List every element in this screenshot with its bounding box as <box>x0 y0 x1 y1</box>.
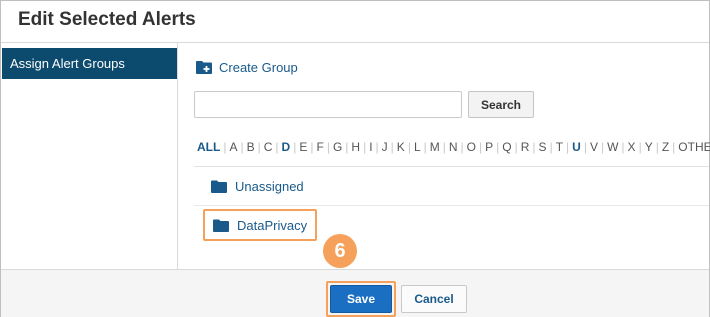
alphabet-letter-m[interactable]: M <box>430 140 440 154</box>
edit-alerts-dialog: Edit Selected Alerts Assign Alert Groups… <box>0 0 710 317</box>
search-button[interactable]: Search <box>468 91 534 118</box>
sidebar-item-assign-alert-groups[interactable]: Assign Alert Groups <box>2 48 177 79</box>
dialog-footer: Save Cancel <box>1 269 709 317</box>
alphabet-separator: | <box>363 140 367 154</box>
alphabet-letter-i[interactable]: I <box>369 140 372 154</box>
alphabet-letter-others[interactable]: OTHERS <box>678 140 710 154</box>
alphabet-letter-e[interactable]: E <box>299 140 307 154</box>
alphabet-letter-p[interactable]: P <box>485 140 493 154</box>
alphabet-letter-b[interactable]: B <box>247 140 255 154</box>
alphabet-separator: | <box>240 140 244 154</box>
alphabet-letter-l[interactable]: L <box>414 140 421 154</box>
alphabet-separator: | <box>407 140 411 154</box>
alphabet-separator: | <box>442 140 446 154</box>
alphabet-separator: | <box>460 140 464 154</box>
save-button[interactable]: Save <box>330 285 392 313</box>
alphabet-separator: | <box>496 140 500 154</box>
alphabet-letter-w[interactable]: W <box>607 140 618 154</box>
alphabet-letter-c[interactable]: C <box>264 140 273 154</box>
alphabet-letter-t[interactable]: T <box>556 140 563 154</box>
alphabet-separator: | <box>566 140 570 154</box>
main-panel: Create Group Search ALL | A | B | C | D | E | F | G | H |… <box>179 43 710 269</box>
group-label: Unassigned <box>235 178 304 194</box>
save-highlight: Save <box>326 281 396 317</box>
create-group-link[interactable]: Create Group <box>196 58 298 76</box>
alphabet-letter-o[interactable]: O <box>467 140 476 154</box>
alphabet-separator: | <box>638 140 642 154</box>
group-item-dataprivacy[interactable]: DataPrivacy <box>203 209 318 241</box>
alphabet-separator: | <box>375 140 379 154</box>
cancel-button[interactable]: Cancel <box>401 285 467 313</box>
alphabet-letter-a[interactable]: A <box>229 140 237 154</box>
alphabet-letter-j[interactable]: J <box>382 140 388 154</box>
alphabet-separator: | <box>423 140 427 154</box>
alphabet-letter-s[interactable]: S <box>539 140 547 154</box>
folder-plus-icon <box>196 61 212 74</box>
alphabet-letter-q[interactable]: Q <box>502 140 511 154</box>
alphabet-letter-y[interactable]: Y <box>645 140 653 154</box>
alphabet-letter-f[interactable]: F <box>316 140 323 154</box>
alphabet-filter: ALL | A | B | C | D | E | F | G | H | I | J | K | L | M | N | O | P | Q | R |… <box>197 139 710 155</box>
alphabet-letter-u[interactable]: U <box>572 140 581 154</box>
alphabet-separator: | <box>310 140 314 154</box>
alphabet-separator: | <box>621 140 625 154</box>
alphabet-separator: | <box>532 140 536 154</box>
divider <box>194 166 709 167</box>
alphabet-separator: | <box>655 140 659 154</box>
alphabet-letter-r[interactable]: R <box>521 140 530 154</box>
alphabet-letter-x[interactable]: X <box>628 140 636 154</box>
alphabet-letter-h[interactable]: H <box>351 140 360 154</box>
group-label: DataPrivacy <box>237 217 308 233</box>
alphabet-separator: | <box>600 140 605 154</box>
alphabet-separator: | <box>275 140 279 154</box>
alphabet-letter-d[interactable]: D <box>282 140 291 154</box>
alphabet-separator: | <box>390 140 394 154</box>
alphabet-letter-g[interactable]: G <box>333 140 342 154</box>
dialog-body: Assign Alert Groups Create Group Search … <box>1 43 710 269</box>
divider <box>194 205 709 206</box>
alphabet-separator: | <box>583 140 587 154</box>
alphabet-separator: | <box>549 140 553 154</box>
step-badge: 6 <box>323 234 357 268</box>
alphabet-separator: | <box>293 140 297 154</box>
alphabet-separator: | <box>223 140 227 154</box>
alphabet-letter-v[interactable]: V <box>590 140 598 154</box>
alphabet-separator: | <box>514 140 518 154</box>
folder-icon <box>211 180 227 193</box>
alphabet-letter-all[interactable]: ALL <box>197 140 220 154</box>
dialog-title: Edit Selected Alerts <box>18 9 196 30</box>
alphabet-separator: | <box>479 140 483 154</box>
alphabet-letter-n[interactable]: N <box>449 140 458 154</box>
alphabet-separator: | <box>257 140 261 154</box>
create-group-label: Create Group <box>219 59 298 75</box>
alphabet-separator: | <box>326 140 330 154</box>
dialog-header: Edit Selected Alerts <box>1 1 709 43</box>
search-input[interactable] <box>194 91 462 118</box>
folder-icon <box>213 219 229 232</box>
alphabet-letter-k[interactable]: K <box>397 140 405 154</box>
group-item-unassigned[interactable]: Unassigned <box>211 177 304 195</box>
alphabet-separator: | <box>345 140 349 154</box>
sidebar: Assign Alert Groups <box>1 43 178 269</box>
alphabet-letter-z[interactable]: Z <box>662 140 669 154</box>
alphabet-separator: | <box>672 140 676 154</box>
